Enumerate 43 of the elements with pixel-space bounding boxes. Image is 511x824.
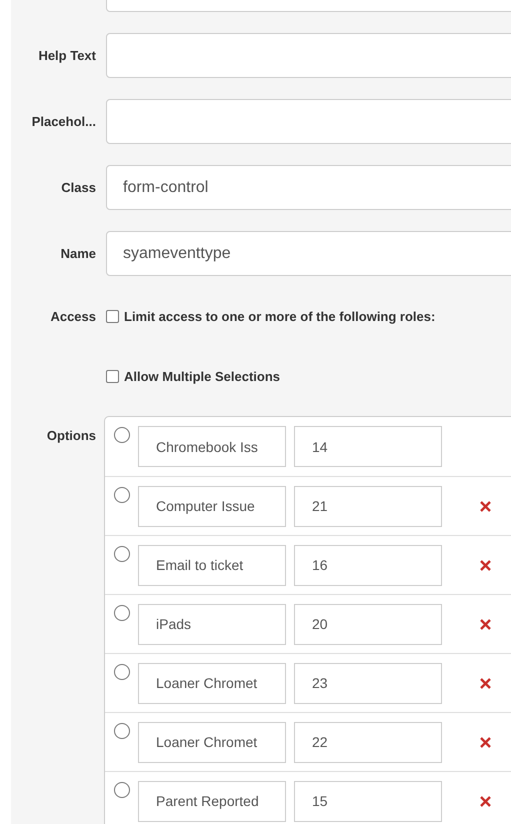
text-field[interactable]: [106, 33, 511, 78]
text-field[interactable]: syameventtype: [106, 231, 511, 276]
option-value-field[interactable]: 20: [294, 604, 442, 644]
option-text-field[interactable]: Loaner Chromet: [138, 662, 286, 704]
radio-button[interactable]: [114, 605, 130, 621]
option-value-field[interactable]: 16: [294, 544, 442, 586]
radio-button[interactable]: [114, 723, 130, 739]
option-value-field[interactable]: 15: [294, 780, 442, 822]
checkbox[interactable]: [106, 370, 119, 383]
checkbox-label: Allow Multiple Selections: [124, 369, 280, 384]
option-value-field[interactable]: 14: [294, 426, 442, 467]
delete-icon[interactable]: [480, 618, 491, 630]
option-value-field[interactable]: 23: [294, 662, 442, 704]
option-text-field[interactable]: Email to ticket: [138, 544, 286, 586]
field-label: Options: [46, 427, 96, 443]
delete-icon[interactable]: [480, 560, 491, 570]
option-text-field[interactable]: Loaner Chromet: [138, 722, 286, 762]
option-text-field[interactable]: iPads: [138, 604, 286, 644]
text-field[interactable]: form-control: [106, 165, 511, 210]
option-text-field[interactable]: Computer Issue: [138, 486, 286, 526]
radio-button[interactable]: [114, 487, 130, 503]
field-label: Access: [49, 309, 96, 324]
option-text-field[interactable]: Parent Reported: [138, 780, 286, 822]
field-label: Help Text: [37, 48, 96, 63]
option-text-field[interactable]: Chromebook Iss: [138, 426, 286, 467]
option-value-field[interactable]: 22: [294, 722, 442, 762]
radio-button[interactable]: [114, 782, 130, 798]
radio-button[interactable]: [114, 546, 130, 562]
delete-icon[interactable]: [480, 500, 491, 512]
field-value: form-control: [123, 178, 208, 196]
checkbox[interactable]: [106, 310, 119, 323]
delete-icon[interactable]: [480, 796, 491, 806]
delete-icon[interactable]: [480, 678, 491, 688]
field-label: Name: [60, 246, 96, 261]
option-value-field[interactable]: 21: [294, 486, 442, 526]
field-label: Class: [60, 180, 96, 195]
checkbox-label: Limit access to one or more of the following roles:: [124, 309, 436, 324]
delete-icon[interactable]: [480, 736, 491, 748]
radio-button[interactable]: [114, 664, 130, 680]
field-value: syameventtype: [123, 244, 231, 262]
radio-button[interactable]: [114, 427, 130, 443]
field-label: Placehol...: [30, 114, 96, 129]
text-field[interactable]: [106, 99, 511, 144]
